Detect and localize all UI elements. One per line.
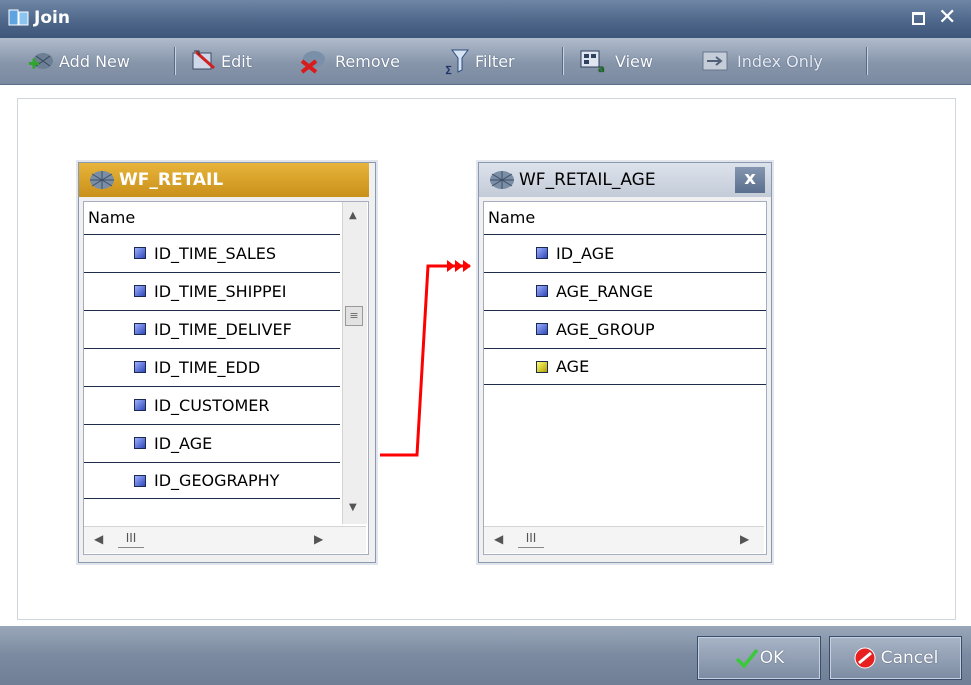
cancel-icon: [854, 647, 876, 669]
join-dialog: Join ✕ Add New Edit Remove Σ Filter a Vi…: [0, 0, 971, 685]
ok-button[interactable]: OK: [697, 636, 821, 680]
join-line[interactable]: [380, 264, 470, 457]
join-connector: [380, 260, 471, 457]
cancel-label: Cancel: [880, 648, 939, 668]
checkmark-icon: [735, 648, 759, 669]
cancel-button[interactable]: Cancel: [829, 636, 962, 680]
join-arrow-icon: [447, 260, 471, 272]
ok-label: OK: [759, 648, 785, 668]
dialog-footer: OK Cancel: [0, 626, 971, 685]
